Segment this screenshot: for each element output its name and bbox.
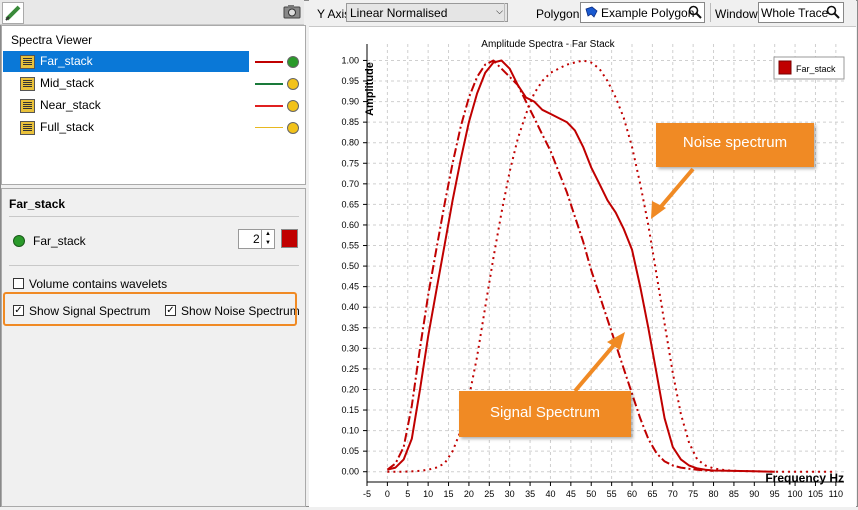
divider	[710, 3, 711, 22]
status-dot[interactable]	[287, 78, 299, 90]
window-value: Whole Trace	[761, 6, 829, 20]
volume-name: Far_stack	[33, 234, 86, 248]
chart-toolbar: Y Axis Linear Normalised ⌵ Polygon Examp…	[309, 0, 856, 27]
spectra-viewer-title: Spectra Viewer	[11, 33, 93, 47]
chevron-down-icon: ⌵	[496, 6, 503, 16]
list-item-label: Far_stack	[40, 54, 93, 68]
callout-arrows	[573, 167, 695, 393]
status-dot	[13, 235, 25, 247]
color-picker-button[interactable]	[281, 229, 298, 248]
line-color-swatch[interactable]	[255, 61, 283, 63]
spectra-viewer-list: Spectra Viewer Far_stack Mid_stack Near_…	[1, 25, 306, 185]
right-panel: Y Axis Linear Normalised ⌵ Polygon Examp…	[309, 0, 856, 507]
divider	[504, 3, 505, 22]
highlight-box	[3, 292, 297, 326]
line-color-swatch[interactable]	[255, 127, 283, 128]
list-item-mid-stack[interactable]: Mid_stack	[3, 73, 249, 94]
divider	[9, 265, 299, 266]
properties-title: Far_stack	[9, 197, 66, 211]
status-dot[interactable]	[287, 122, 299, 134]
left-panel: Spectra Viewer Far_stack Mid_stack Near_…	[0, 0, 306, 507]
polygon-label: Polygon	[536, 7, 580, 21]
search-icon[interactable]	[826, 5, 840, 19]
chevron-up-icon[interactable]: ▲	[262, 230, 274, 239]
list-item-label: Full_stack	[40, 120, 95, 134]
divider	[9, 216, 299, 217]
polygon-icon	[585, 6, 598, 18]
line-color-swatch[interactable]	[255, 105, 283, 107]
volume-icon	[20, 55, 35, 69]
volume-icon	[20, 121, 35, 135]
chevron-down-icon[interactable]: ▼	[262, 239, 274, 248]
list-item-far-stack[interactable]: Far_stack	[3, 51, 249, 72]
noise-callout-arrow	[651, 167, 695, 219]
volume-contains-wavelets-label: Volume contains wavelets	[29, 277, 168, 291]
left-toolbar	[0, 0, 304, 25]
window-selector[interactable]: Whole Trace	[758, 2, 844, 23]
pencil-icon[interactable]	[2, 2, 24, 24]
status-dot[interactable]	[287, 100, 299, 112]
search-icon[interactable]	[688, 5, 702, 19]
chart-area[interactable]: -5 0 5 10 15 20 25 30 35 40 45 50 55 60 65 70 75 80 85 90 95…	[309, 27, 856, 507]
line-color-swatch[interactable]	[255, 83, 283, 85]
window-label: Window	[715, 7, 758, 21]
line-width-stepper[interactable]: 2 ▲ ▼	[238, 229, 275, 249]
signal-callout-arrow	[573, 332, 625, 393]
status-dot[interactable]	[287, 56, 299, 68]
camera-icon[interactable]	[283, 4, 301, 19]
polygon-value: Example Polygon	[601, 6, 695, 20]
y-axis-select[interactable]: Linear Normalised ⌵	[346, 3, 508, 22]
polygon-selector[interactable]: Example Polygon	[580, 2, 705, 23]
volume-contains-wavelets-checkbox[interactable]	[13, 278, 24, 289]
list-item-near-stack[interactable]: Near_stack	[3, 95, 249, 116]
list-item-label: Mid_stack	[40, 76, 95, 90]
properties-panel: Far_stack Far_stack 2 ▲ ▼ Volume contain…	[1, 188, 306, 507]
line-width-value: 2	[253, 232, 260, 246]
stepper-arrows[interactable]: ▲ ▼	[261, 230, 274, 248]
list-item-label: Near_stack	[40, 98, 101, 112]
volume-icon	[20, 77, 35, 91]
volume-icon	[20, 99, 35, 113]
y-axis-value: Linear Normalised	[350, 6, 448, 20]
list-item-full-stack[interactable]: Full_stack	[3, 117, 249, 138]
